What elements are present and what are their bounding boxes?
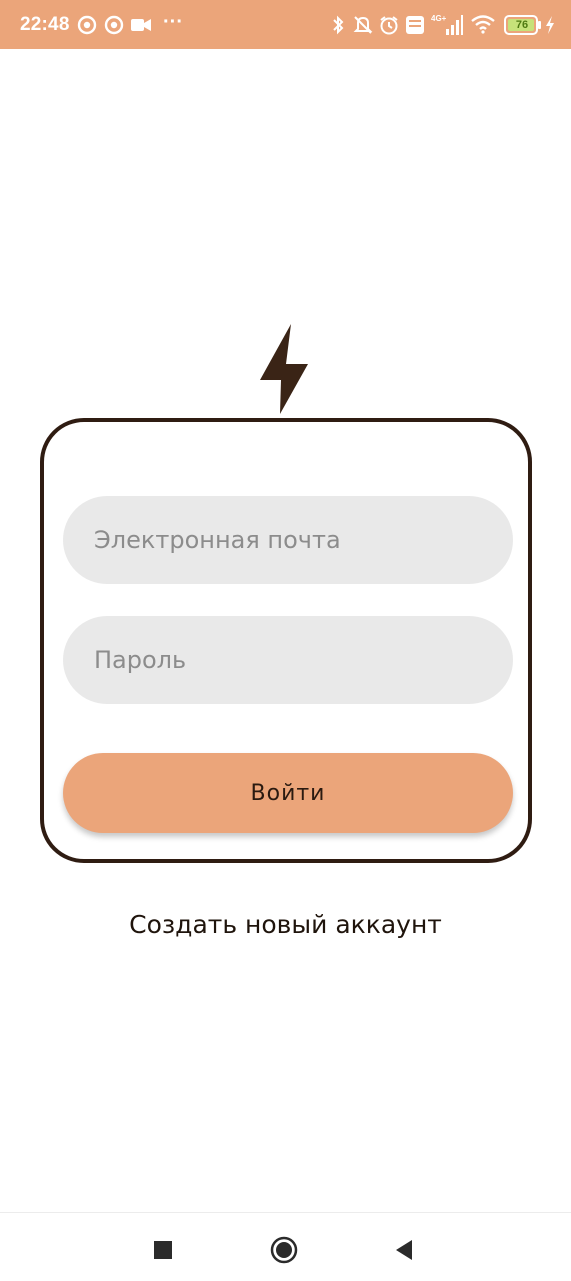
password-field[interactable] <box>63 616 513 704</box>
status-time: 22:48 <box>20 14 70 35</box>
volte-icon <box>406 16 424 34</box>
signal-4g-icon: 4G+ <box>431 14 463 35</box>
email-field[interactable] <box>63 496 513 584</box>
svg-text:4G+: 4G+ <box>431 14 447 23</box>
bluetooth-icon <box>333 15 344 35</box>
login-button[interactable]: Войти <box>63 753 513 833</box>
charging-icon <box>546 16 554 34</box>
notification-app-icon <box>77 15 97 35</box>
recents-square-icon[interactable] <box>153 1240 173 1260</box>
status-bar: 22:48 ··· 4G+ 76 <box>0 0 571 49</box>
bell-muted-icon <box>353 16 373 34</box>
video-camera-icon <box>131 19 151 31</box>
navigation-bar <box>0 1212 571 1281</box>
password-field-wrapper <box>63 616 513 704</box>
create-account-link[interactable]: Создать новый аккаунт <box>0 905 571 945</box>
wifi-icon <box>471 15 495 34</box>
alarm-clock-icon <box>380 16 398 35</box>
battery-level: 76 <box>515 19 529 31</box>
home-circle-icon[interactable] <box>270 1236 298 1264</box>
overflow-dots: ··· <box>163 11 183 33</box>
lightning-bolt-icon <box>260 324 308 414</box>
notification-app-icon <box>104 15 124 35</box>
email-field-wrapper <box>63 496 513 584</box>
back-triangle-icon[interactable] <box>394 1239 414 1261</box>
login-card: Войти <box>40 418 532 863</box>
